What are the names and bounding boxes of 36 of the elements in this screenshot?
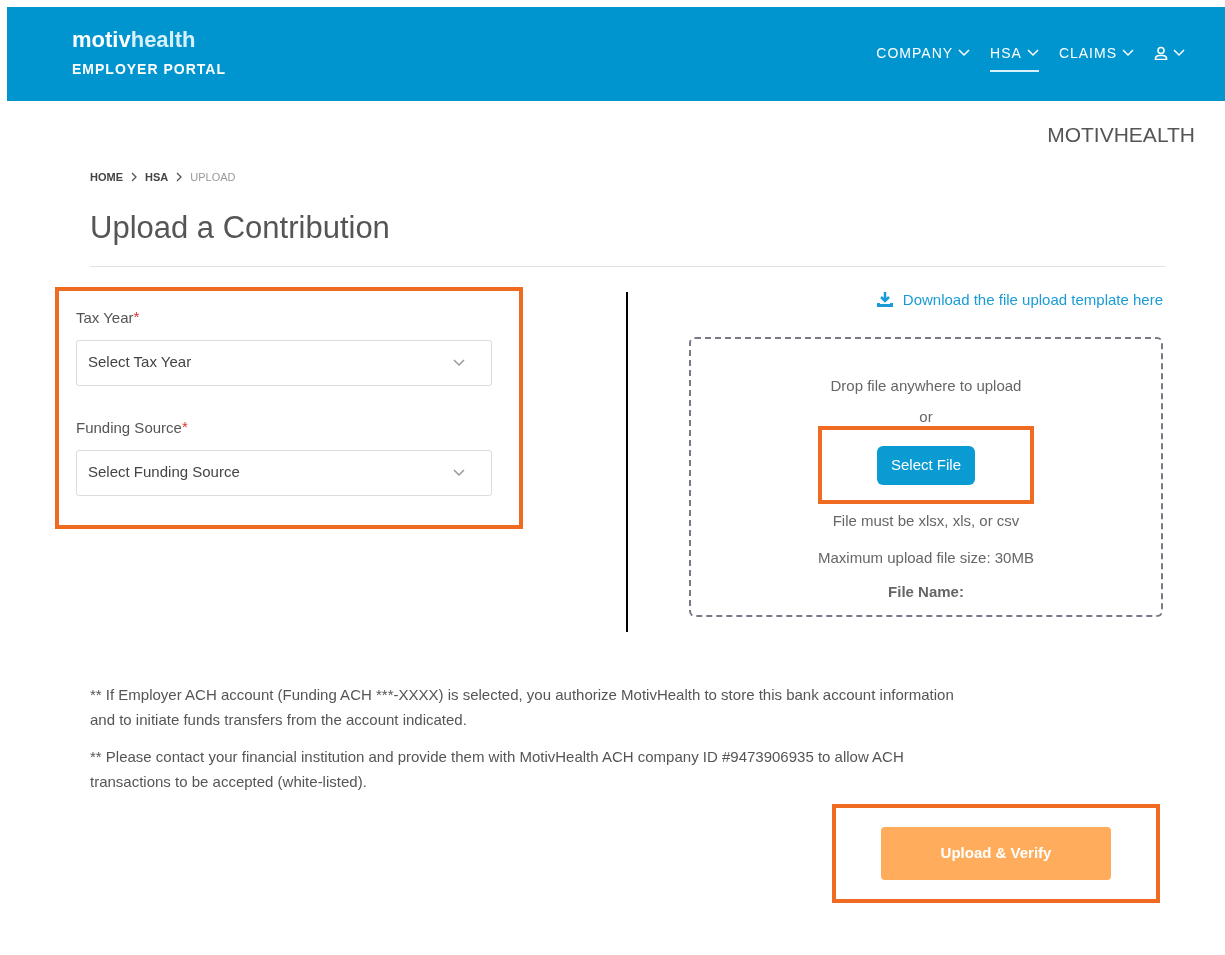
nav-menu[interactable]: COMPANY [876, 36, 971, 72]
file-size-hint: Maximum upload file size: 30MB [818, 547, 1034, 568]
required-asterisk: * [133, 307, 140, 325]
chevron-down-icon [1026, 49, 1039, 57]
company-name: MOTIVHEALTH [1047, 122, 1195, 148]
breadcrumb-current: UPLOAD [190, 169, 236, 185]
chevron-down-icon [1173, 49, 1185, 57]
nav-menu[interactable]: CLAIMS [1058, 36, 1134, 72]
file-name-label: File Name: [888, 582, 964, 602]
chevron-down-icon [453, 358, 465, 367]
template-download-link[interactable]: Download the file upload template here [875, 288, 1163, 311]
chevron-down-icon [958, 49, 971, 57]
select-dropdown[interactable]: Select Tax Year [76, 339, 492, 386]
field-label: Funding Source [76, 418, 182, 436]
brand-logo[interactable]: motivhealth [72, 28, 226, 51]
drop-zone[interactable]: Drop file anywhere to upload or Select File File must be xlsx, xls, or csv Maximum upload file size: 30MB File Name: [689, 337, 1163, 617]
breadcrumb-link[interactable]: HSA [145, 168, 169, 185]
chevron-right-icon [131, 171, 137, 182]
chevron-right-icon [176, 171, 183, 182]
required-asterisk: * [181, 417, 188, 435]
or-text: or [919, 406, 933, 427]
select-file-button[interactable]: Select File [877, 445, 975, 485]
download-icon [875, 291, 894, 308]
breadcrumb-link[interactable]: HOME [90, 168, 123, 185]
disclaimer-note: ** Please contact your financial institution and provide them with MotivHealth ACH company ID #9473906935 to allow ACH transactions to be accepted (white-listed). [90, 746, 905, 792]
nav-menu[interactable]: HSA [990, 36, 1039, 72]
portal-subtitle: EMPLOYER PORTAL [72, 59, 226, 79]
chevron-down-icon [453, 468, 465, 477]
disclaimer-note: ** If Employer ACH account (Funding ACH ***-XXXX) is selected, you authorize MotivHealth to store this bank account information and to initiate funds transfers from the account indicated. [90, 684, 955, 730]
page-title: Upload a Contribution [90, 209, 391, 247]
drop-instruction: Drop file anywhere to upload [830, 376, 1022, 396]
file-type-hint: File must be xlsx, xls, or csv [832, 511, 1020, 531]
select-dropdown[interactable]: Select Funding Source [76, 449, 492, 496]
user-icon [1154, 46, 1168, 60]
chevron-down-icon [1122, 49, 1134, 57]
field-label: Tax Year [76, 308, 134, 326]
